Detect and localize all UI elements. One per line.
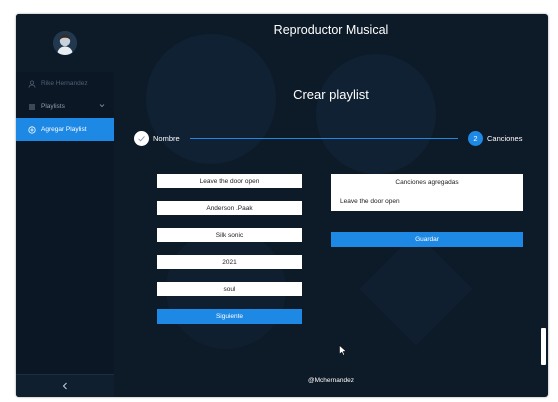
sidebar-user[interactable]: Rike Hernandez xyxy=(16,72,114,95)
avatar xyxy=(53,31,77,55)
sidebar-item-label: Playlists xyxy=(41,103,65,110)
sidebar-user-label: Rike Hernandez xyxy=(41,80,88,87)
check-icon xyxy=(137,130,146,148)
year-field[interactable] xyxy=(157,255,302,269)
app-title: Reproductor Musical xyxy=(273,23,389,37)
step-1-complete[interactable] xyxy=(134,131,149,146)
sidebar: Rike Hernandez Playlists Agregar Playlis… xyxy=(16,14,114,397)
sidebar-collapse-button[interactable] xyxy=(16,374,114,397)
mouse-cursor-icon xyxy=(339,343,347,361)
sidebar-header xyxy=(16,14,114,72)
plus-circle-icon xyxy=(28,125,36,134)
scrollbar-thumb[interactable] xyxy=(541,328,546,365)
sidebar-item-label: Agregar Playlist xyxy=(41,126,87,133)
step-2-current[interactable]: 2 xyxy=(468,131,483,146)
list-icon xyxy=(28,103,36,111)
user-icon xyxy=(28,79,36,88)
app-window: Rike Hernandez Playlists Agregar Playlis… xyxy=(16,14,548,397)
background-decoration xyxy=(359,232,473,346)
chevron-left-icon xyxy=(62,377,68,395)
chevron-down-icon xyxy=(99,103,105,110)
save-button[interactable]: Guardar xyxy=(331,232,523,247)
added-songs-panel: Canciones agregadas Leave the door open xyxy=(331,174,523,211)
footer-credit: @Mchernandez xyxy=(308,377,354,384)
stepper: Nombre 2 Canciones xyxy=(134,131,526,147)
step-2-label: Canciones xyxy=(487,134,523,143)
added-songs-header: Canciones agregadas xyxy=(395,179,459,186)
sidebar-item-agregar-playlist[interactable]: Agregar Playlist xyxy=(16,118,114,141)
step-2-number: 2 xyxy=(473,134,478,143)
page-title: Crear playlist xyxy=(293,87,369,102)
list-item[interactable]: Leave the door open xyxy=(340,198,400,205)
background-decoration xyxy=(316,54,436,174)
next-button[interactable]: Siguiente xyxy=(157,309,302,324)
genre-field[interactable] xyxy=(157,282,302,296)
artist-field[interactable] xyxy=(157,201,302,215)
stepper-connector xyxy=(190,138,458,139)
sidebar-item-playlists[interactable]: Playlists xyxy=(16,95,114,118)
step-1-label: Nombre xyxy=(153,134,180,143)
sidebar-nav: Rike Hernandez Playlists Agregar Playlis… xyxy=(16,72,114,141)
album-field[interactable] xyxy=(157,228,302,242)
song-name-field[interactable] xyxy=(157,174,302,188)
